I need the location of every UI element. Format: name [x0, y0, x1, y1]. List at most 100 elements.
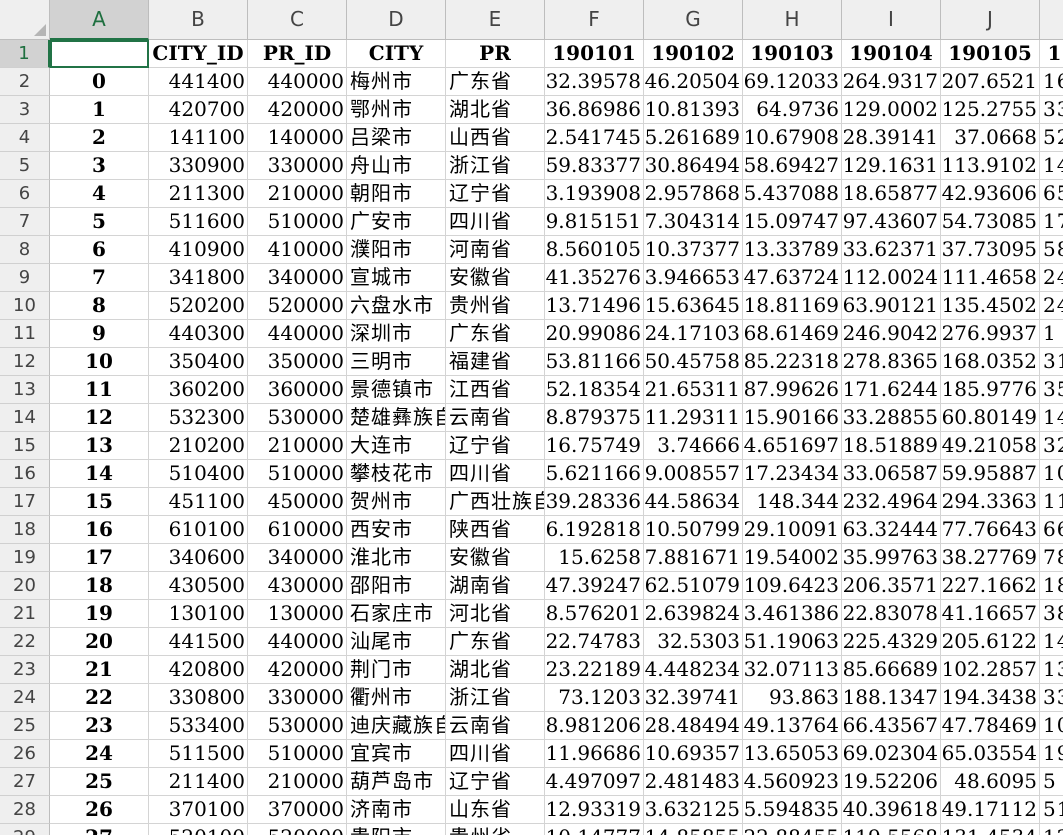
cell-k[interactable]: 12	[1040, 824, 1063, 835]
cell-k[interactable]: 24	[1040, 264, 1063, 292]
cell-e[interactable]: 福建省	[446, 348, 545, 376]
cell-c[interactable]: 520000	[248, 824, 347, 835]
row-number[interactable]: 26	[0, 740, 50, 768]
cell-i[interactable]: 112.0024	[842, 264, 941, 292]
cell-e[interactable]: 贵州省	[446, 824, 545, 835]
cell-f[interactable]: 13.71496	[545, 292, 644, 320]
cell-i[interactable]: 35.99763	[842, 544, 941, 572]
cell-i[interactable]: 278.8365	[842, 348, 941, 376]
cell-e[interactable]: 广东省	[446, 320, 545, 348]
cell-f[interactable]: 15.6258	[545, 544, 644, 572]
cell-b[interactable]: 451100	[149, 488, 248, 516]
row-number[interactable]: 29	[0, 824, 50, 835]
cell-i[interactable]: 232.4964	[842, 488, 941, 516]
cell-i[interactable]: 22.83078	[842, 600, 941, 628]
cell-c[interactable]: 530000	[248, 404, 347, 432]
cell-c[interactable]: 210000	[248, 180, 347, 208]
cell-c[interactable]: 440000	[248, 628, 347, 656]
cell-h[interactable]: 22.88455	[743, 824, 842, 835]
cell-c[interactable]: 510000	[248, 740, 347, 768]
cell-f[interactable]: 4.497097	[545, 768, 644, 796]
cell-a[interactable]: 5	[50, 208, 149, 236]
select-all-corner[interactable]	[0, 0, 50, 40]
cell-d[interactable]: 贵阳市	[347, 824, 446, 835]
cell-j[interactable]: 38.27769	[941, 544, 1040, 572]
cell-g[interactable]: 62.51079	[644, 572, 743, 600]
cell-a[interactable]: 22	[50, 684, 149, 712]
cell-k[interactable]: 31	[1040, 348, 1063, 376]
cell-e[interactable]: 湖南省	[446, 572, 545, 600]
cell-h[interactable]: 68.61469	[743, 320, 842, 348]
header-cell-i[interactable]: 190104	[842, 40, 941, 68]
row-number[interactable]: 5	[0, 152, 50, 180]
row-number[interactable]: 2	[0, 68, 50, 96]
cell-j[interactable]: 60.80149	[941, 404, 1040, 432]
header-cell-k[interactable]: 1	[1040, 40, 1063, 68]
header-cell-h[interactable]: 190103	[743, 40, 842, 68]
cell-h[interactable]: 15.09747	[743, 208, 842, 236]
cell-k[interactable]: 38	[1040, 600, 1063, 628]
cell-a[interactable]: 7	[50, 264, 149, 292]
cell-d[interactable]: 西安市	[347, 516, 446, 544]
cell-d[interactable]: 攀枝花市	[347, 460, 446, 488]
cell-j[interactable]: 41.16657	[941, 600, 1040, 628]
cell-a[interactable]: 6	[50, 236, 149, 264]
cell-i[interactable]: 129.0002	[842, 96, 941, 124]
cell-h[interactable]: 87.99626	[743, 376, 842, 404]
row-number[interactable]: 17	[0, 488, 50, 516]
cell-i[interactable]: 40.39618	[842, 796, 941, 824]
cell-i[interactable]: 171.6244	[842, 376, 941, 404]
column-header-i[interactable]: I	[842, 0, 941, 40]
cell-f[interactable]: 73.1203	[545, 684, 644, 712]
cell-g[interactable]: 4.448234	[644, 656, 743, 684]
cell-d[interactable]: 舟山市	[347, 152, 446, 180]
cell-c[interactable]: 360000	[248, 376, 347, 404]
row-number[interactable]: 27	[0, 768, 50, 796]
cell-j[interactable]: 54.73085	[941, 208, 1040, 236]
cell-k[interactable]: 14	[1040, 628, 1063, 656]
cell-g[interactable]: 2.639824	[644, 600, 743, 628]
cell-i[interactable]: 63.32444	[842, 516, 941, 544]
cell-f[interactable]: 52.18354	[545, 376, 644, 404]
cell-f[interactable]: 8.560105	[545, 236, 644, 264]
cell-d[interactable]: 大连市	[347, 432, 446, 460]
cell-b[interactable]: 441500	[149, 628, 248, 656]
cell-g[interactable]: 21.65311	[644, 376, 743, 404]
cell-g[interactable]: 3.632125	[644, 796, 743, 824]
cell-f[interactable]: 39.28336	[545, 488, 644, 516]
cell-e[interactable]: 云南省	[446, 404, 545, 432]
column-header-f[interactable]: F	[545, 0, 644, 40]
cell-k[interactable]: 10	[1040, 460, 1063, 488]
cell-k[interactable]: 58	[1040, 236, 1063, 264]
cell-a[interactable]: 24	[50, 740, 149, 768]
cell-h[interactable]: 93.863	[743, 684, 842, 712]
cell-a[interactable]: 18	[50, 572, 149, 600]
cell-i[interactable]: 19.52206	[842, 768, 941, 796]
cell-g[interactable]: 30.86494	[644, 152, 743, 180]
cell-c[interactable]: 530000	[248, 712, 347, 740]
cell-e[interactable]: 安徽省	[446, 544, 545, 572]
cell-k[interactable]: 18	[1040, 572, 1063, 600]
row-number[interactable]: 24	[0, 684, 50, 712]
row-number[interactable]: 18	[0, 516, 50, 544]
cell-g[interactable]: 11.29311	[644, 404, 743, 432]
cell-d[interactable]: 朝阳市	[347, 180, 446, 208]
cell-i[interactable]: 18.65877	[842, 180, 941, 208]
cell-e[interactable]: 辽宁省	[446, 768, 545, 796]
cell-d[interactable]: 宣城市	[347, 264, 446, 292]
cell-e[interactable]: 湖北省	[446, 656, 545, 684]
cell-b[interactable]: 370100	[149, 796, 248, 824]
cell-d[interactable]: 荆门市	[347, 656, 446, 684]
row-number[interactable]: 22	[0, 628, 50, 656]
header-cell-d[interactable]: CITY	[347, 40, 446, 68]
cell-d[interactable]: 鄂州市	[347, 96, 446, 124]
row-number[interactable]: 25	[0, 712, 50, 740]
cell-k[interactable]: 33	[1040, 684, 1063, 712]
cell-a[interactable]: 20	[50, 628, 149, 656]
cell-c[interactable]: 610000	[248, 516, 347, 544]
column-header-d[interactable]: D	[347, 0, 446, 40]
cell-f[interactable]: 36.86986	[545, 96, 644, 124]
cell-j[interactable]: 65.03554	[941, 740, 1040, 768]
cell-g[interactable]: 10.81393	[644, 96, 743, 124]
cell-k[interactable]: 52	[1040, 124, 1063, 152]
